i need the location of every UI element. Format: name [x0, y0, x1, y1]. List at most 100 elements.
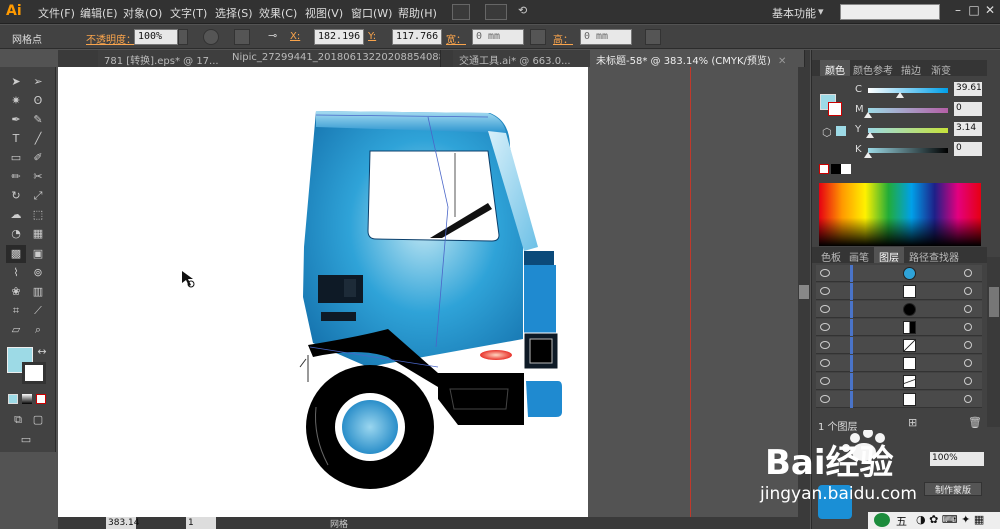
width-input[interactable]: 0 mm — [472, 29, 524, 45]
white-swatch[interactable] — [841, 164, 851, 174]
tab-doc-3[interactable]: 交通工具.ai* @ 663.0... — [453, 50, 593, 67]
gradient-mode-icon[interactable] — [22, 394, 32, 404]
draw-mode-icon[interactable]: ⧉ — [8, 411, 28, 429]
eye-icon[interactable] — [820, 287, 830, 295]
zoom-input[interactable]: 383.14 — [106, 517, 140, 529]
black-value-input[interactable]: 0 — [954, 142, 982, 156]
none-swatch[interactable] — [819, 164, 829, 174]
eye-icon[interactable] — [820, 359, 830, 367]
artboard-tool-icon[interactable]: ⌗ — [6, 302, 26, 320]
layer-row[interactable] — [816, 391, 982, 408]
target-icon[interactable] — [964, 377, 972, 385]
height-input[interactable]: 0 mm — [580, 29, 632, 45]
magenta-value-input[interactable]: 0 — [954, 102, 982, 116]
screen-mode-icon[interactable]: ▢ — [28, 411, 48, 429]
rotate-tool-icon[interactable]: ↻ — [6, 187, 26, 205]
menu-type[interactable]: 文字(T) — [170, 5, 207, 21]
slider-thumb[interactable] — [864, 112, 872, 118]
type-tool-icon[interactable]: T — [6, 130, 26, 148]
perspective-grid-icon[interactable]: ▦ — [28, 225, 48, 243]
menu-object[interactable]: 对象(O) — [123, 5, 162, 21]
eyedropper-icon[interactable]: ⌇ — [6, 264, 26, 282]
cyan-slider[interactable] — [868, 88, 948, 93]
new-layer-icon[interactable]: ⊞ — [908, 416, 917, 429]
target-icon[interactable] — [964, 359, 972, 367]
eye-icon[interactable] — [820, 395, 830, 403]
menu-edit[interactable]: 编辑(E) — [80, 5, 118, 21]
layers-scrollbar[interactable] — [987, 257, 1000, 427]
menu-effect[interactable]: 效果(C) — [259, 5, 297, 21]
width-label[interactable]: 宽： — [446, 31, 466, 46]
tab-doc-2[interactable]: Nipic_27299441_20180613220208854088.ai* — [226, 50, 441, 67]
bridge-icon[interactable] — [452, 4, 470, 20]
scissors-icon[interactable]: ✂ — [28, 168, 48, 186]
reference-point-icon[interactable] — [234, 29, 250, 45]
y-label[interactable]: Y: — [368, 31, 376, 42]
none-mode-icon[interactable] — [36, 394, 46, 404]
opacity-input[interactable]: 100% — [134, 29, 178, 45]
slider-thumb[interactable] — [895, 92, 904, 98]
warp-tool-icon[interactable]: ☁ — [6, 206, 26, 224]
workspace-switcher[interactable]: 基本功能 — [772, 5, 816, 21]
layer-row[interactable] — [816, 301, 982, 318]
minimize-icon[interactable]: – — [950, 3, 966, 19]
magic-wand-icon[interactable]: ✷ — [6, 92, 26, 110]
direct-selection-tool-icon[interactable]: ➢ — [28, 73, 48, 91]
search-input[interactable] — [840, 4, 940, 20]
target-icon[interactable] — [964, 341, 972, 349]
zoom-tool-icon[interactable]: ⌕ — [28, 321, 48, 339]
yellow-slider[interactable] — [868, 128, 948, 133]
gpu-icon[interactable]: ⟲ — [518, 4, 538, 20]
rectangle-tool-icon[interactable]: ▭ — [6, 149, 26, 167]
graph-tool-icon[interactable]: ▥ — [28, 283, 48, 301]
tab-pathfinder[interactable]: 路径查找器 — [904, 247, 964, 264]
close-icon[interactable]: ✕ — [982, 3, 998, 19]
target-icon[interactable] — [964, 287, 972, 295]
eye-icon[interactable] — [820, 377, 830, 385]
blend-tool-icon[interactable]: ⊚ — [28, 264, 48, 282]
menu-window[interactable]: 窗口(W) — [351, 5, 392, 21]
target-icon[interactable] — [964, 269, 972, 277]
black-slider[interactable] — [868, 148, 948, 153]
out-of-gamut-icon[interactable]: ⬡ — [822, 126, 832, 139]
tab-color-guide[interactable]: 颜色参考 — [848, 60, 898, 77]
eraser-icon[interactable]: ▱ — [6, 321, 26, 339]
tab-brushes[interactable]: 画笔 — [844, 247, 874, 264]
tab-color[interactable]: 颜色 — [820, 60, 850, 77]
menu-view[interactable]: 视图(V) — [305, 5, 343, 21]
transform-icon[interactable] — [645, 29, 661, 45]
free-transform-icon[interactable]: ⬚ — [28, 206, 48, 224]
magenta-slider[interactable] — [868, 108, 948, 113]
line-tool-icon[interactable]: ╱ — [28, 130, 48, 148]
pen-tool-icon[interactable]: ✒ — [6, 111, 26, 129]
yellow-value-input[interactable]: 3.14 — [954, 122, 982, 136]
page-input[interactable]: 1 — [186, 517, 216, 529]
layer-row[interactable] — [816, 337, 982, 354]
gradient-tool-icon[interactable]: ▣ — [28, 245, 48, 263]
target-icon[interactable] — [964, 395, 972, 403]
mesh-tool-icon[interactable]: ▩ — [6, 245, 26, 263]
opacity-label[interactable]: 不透明度： — [86, 31, 136, 46]
opacity-dropdown-icon[interactable] — [178, 29, 188, 45]
canvas-area[interactable] — [58, 67, 798, 517]
layer-row[interactable] — [816, 265, 982, 282]
tab-swatches[interactable]: 色板 — [816, 247, 846, 264]
arrange-documents-icon[interactable] — [485, 4, 507, 20]
color-mode-icon[interactable] — [8, 394, 18, 404]
link-icon[interactable] — [530, 29, 546, 45]
layer-row[interactable] — [816, 355, 982, 372]
truck-wheel[interactable] — [306, 365, 434, 489]
slider-thumb[interactable] — [866, 132, 875, 138]
scroll-thumb[interactable] — [989, 287, 999, 317]
lasso-icon[interactable]: ʘ — [28, 92, 48, 110]
ime-mode[interactable]: 五 — [896, 513, 907, 529]
symbol-sprayer-icon[interactable]: ❀ — [6, 283, 26, 301]
menu-help[interactable]: 帮助(H) — [398, 5, 437, 21]
ime-tools-icon[interactable]: ◑ ✿ ⌨ ✦ ▦ — [916, 513, 984, 526]
scale-tool-icon[interactable]: ⤢ — [28, 187, 48, 205]
layer-row[interactable] — [816, 319, 982, 336]
curvature-tool-icon[interactable]: ✎ — [28, 111, 48, 129]
stroke-color-swatch[interactable] — [828, 102, 842, 116]
height-label[interactable]: 高： — [553, 31, 573, 46]
target-icon[interactable] — [964, 305, 972, 313]
